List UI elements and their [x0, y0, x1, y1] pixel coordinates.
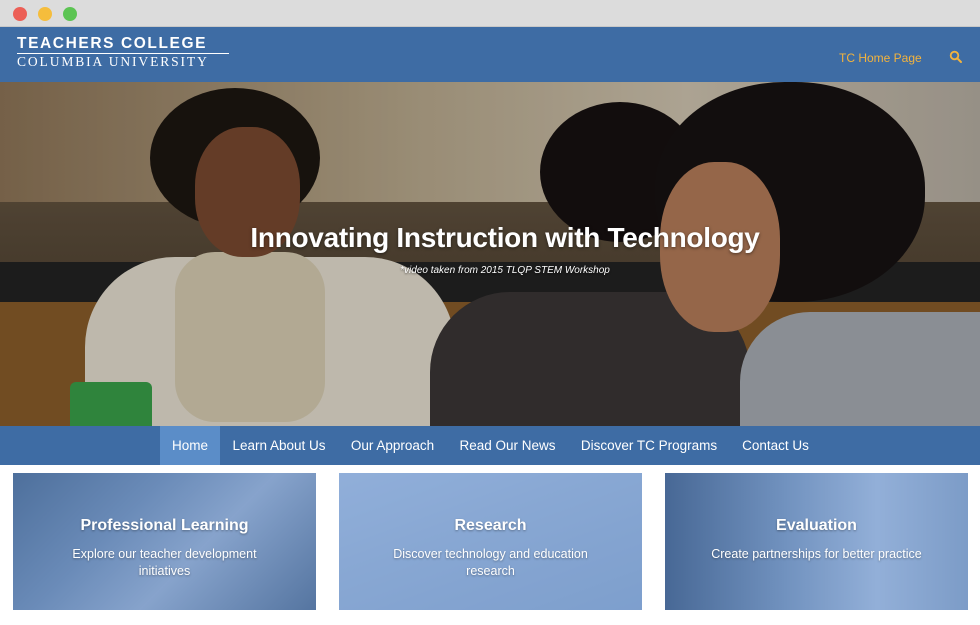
card-overlay [339, 473, 642, 610]
maximize-window-button[interactable] [63, 7, 77, 21]
hero-video[interactable]: Innovating Instruction with Technology *… [0, 82, 980, 426]
professional-learning-card[interactable]: Professional Learning Explore our teache… [13, 473, 316, 610]
close-window-button[interactable] [13, 7, 27, 21]
evaluation-card[interactable]: Evaluation Create partnerships for bette… [665, 473, 968, 610]
card-title: Evaluation [776, 517, 857, 534]
card-description: Create partnerships for better practice [711, 547, 922, 561]
browser-titlebar [0, 0, 980, 27]
hero-title: Innovating Instruction with Technology [250, 222, 760, 253]
logo-line-2: COLUMBIA UNIVERSITY [17, 54, 209, 69]
teachers-college-logo[interactable]: TEACHERS COLLEGE COLUMBIA UNIVERSITY [17, 35, 229, 70]
nav-item-discover-tc-programs[interactable]: Discover TC Programs [569, 426, 729, 465]
hero-overlay [0, 82, 980, 426]
card-description: Explore our teacher development initiati… [72, 547, 257, 578]
minimize-window-button[interactable] [38, 7, 52, 21]
search-icon[interactable] [949, 50, 963, 64]
logo-line-1: TEACHERS COLLEGE [17, 35, 229, 54]
card-title: Research [454, 517, 527, 534]
card-overlay [13, 473, 316, 610]
site-header: TEACHERS COLLEGE COLUMBIA UNIVERSITY TC … [0, 27, 980, 82]
research-card[interactable]: Research Discover technology and educati… [339, 473, 642, 610]
hero-caption: *video taken from 2015 TLQP STEM Worksho… [400, 265, 610, 276]
nav-item-home[interactable]: Home [160, 426, 220, 465]
card-description: Discover technology and education resear… [393, 547, 588, 578]
main-navigation: Home Learn About Us Our Approach Read Ou… [0, 426, 980, 465]
nav-item-contact-us[interactable]: Contact Us [731, 426, 820, 465]
nav-item-learn-about-us[interactable]: Learn About Us [221, 426, 337, 465]
nav-item-read-our-news[interactable]: Read Our News [448, 426, 567, 465]
card-title: Professional Learning [80, 517, 249, 534]
nav-item-our-approach[interactable]: Our Approach [339, 426, 446, 465]
card-overlay [665, 473, 968, 610]
tc-home-page-link[interactable]: TC Home Page [839, 51, 922, 65]
